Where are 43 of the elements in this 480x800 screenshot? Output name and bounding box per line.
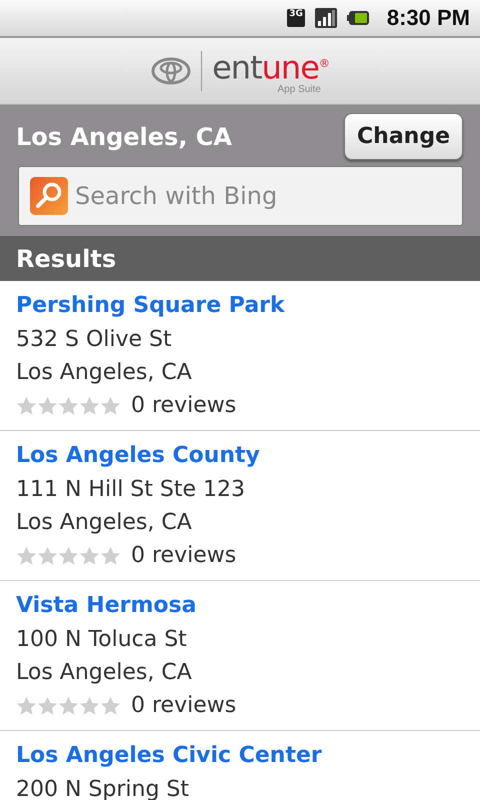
city-text: Los Angeles, CA bbox=[16, 509, 193, 537]
logo-wordmark: entune$^{®}$ bbox=[212, 47, 329, 84]
result-item[interactable]: Pershing Square Park 532 S Olive St Los Angeles, CA 0 reviews bbox=[0, 281, 480, 431]
signal-icon bbox=[314, 8, 337, 28]
star-icon bbox=[16, 396, 37, 416]
star-icon bbox=[100, 396, 121, 416]
street-address: 100 N Toluca St bbox=[16, 626, 188, 654]
star-icon bbox=[79, 396, 100, 416]
review-count: 0 reviews bbox=[131, 692, 236, 720]
star-icon bbox=[58, 396, 79, 416]
place-name-link[interactable]: Vista Hermosa bbox=[16, 589, 464, 623]
search-icon bbox=[30, 177, 68, 215]
change-button[interactable]: Change bbox=[344, 113, 463, 160]
result-item[interactable]: Vista Hermosa 100 N Toluca St Los Angeles, CA 0 reviews bbox=[0, 581, 480, 731]
review-count: 0 reviews bbox=[131, 542, 236, 570]
star-icon bbox=[37, 546, 58, 566]
star-icon bbox=[16, 546, 37, 566]
star-icon bbox=[16, 696, 37, 716]
results-heading: Results bbox=[0, 236, 480, 281]
logo-tagline: App Suite bbox=[278, 84, 321, 96]
search-field[interactable]: Search with Bing bbox=[18, 166, 463, 226]
emblem-icon bbox=[151, 57, 192, 85]
result-item[interactable]: Los Angeles County 111 N Hill St Ste 123 Los Angeles, CA 0 reviews bbox=[0, 431, 480, 581]
review-count: 0 reviews bbox=[131, 392, 236, 420]
street-address: 111 N Hill St Ste 123 bbox=[16, 476, 246, 504]
star-icon bbox=[58, 546, 79, 566]
place-name-link[interactable]: Los Angeles Civic Center bbox=[16, 739, 464, 773]
city-text: Los Angeles, CA bbox=[16, 659, 193, 687]
star-icon bbox=[100, 546, 121, 566]
star-icon bbox=[37, 696, 58, 716]
star-icon bbox=[100, 696, 121, 716]
battery-icon bbox=[346, 11, 369, 25]
street-address: 532 S Olive St bbox=[16, 326, 173, 354]
city-text: Los Angeles, CA bbox=[16, 359, 193, 387]
place-name-link[interactable]: Pershing Square Park bbox=[16, 289, 464, 323]
star-icon bbox=[79, 696, 100, 716]
place-name-link[interactable]: Los Angeles County bbox=[16, 439, 464, 473]
star-icon bbox=[79, 546, 100, 566]
network-type-icon: 3G bbox=[287, 9, 305, 27]
star-icon bbox=[37, 396, 58, 416]
clock-time: 8:30 PM bbox=[386, 5, 470, 31]
location-title: Los Angeles, CA bbox=[16, 122, 232, 150]
star-icon bbox=[58, 696, 79, 716]
